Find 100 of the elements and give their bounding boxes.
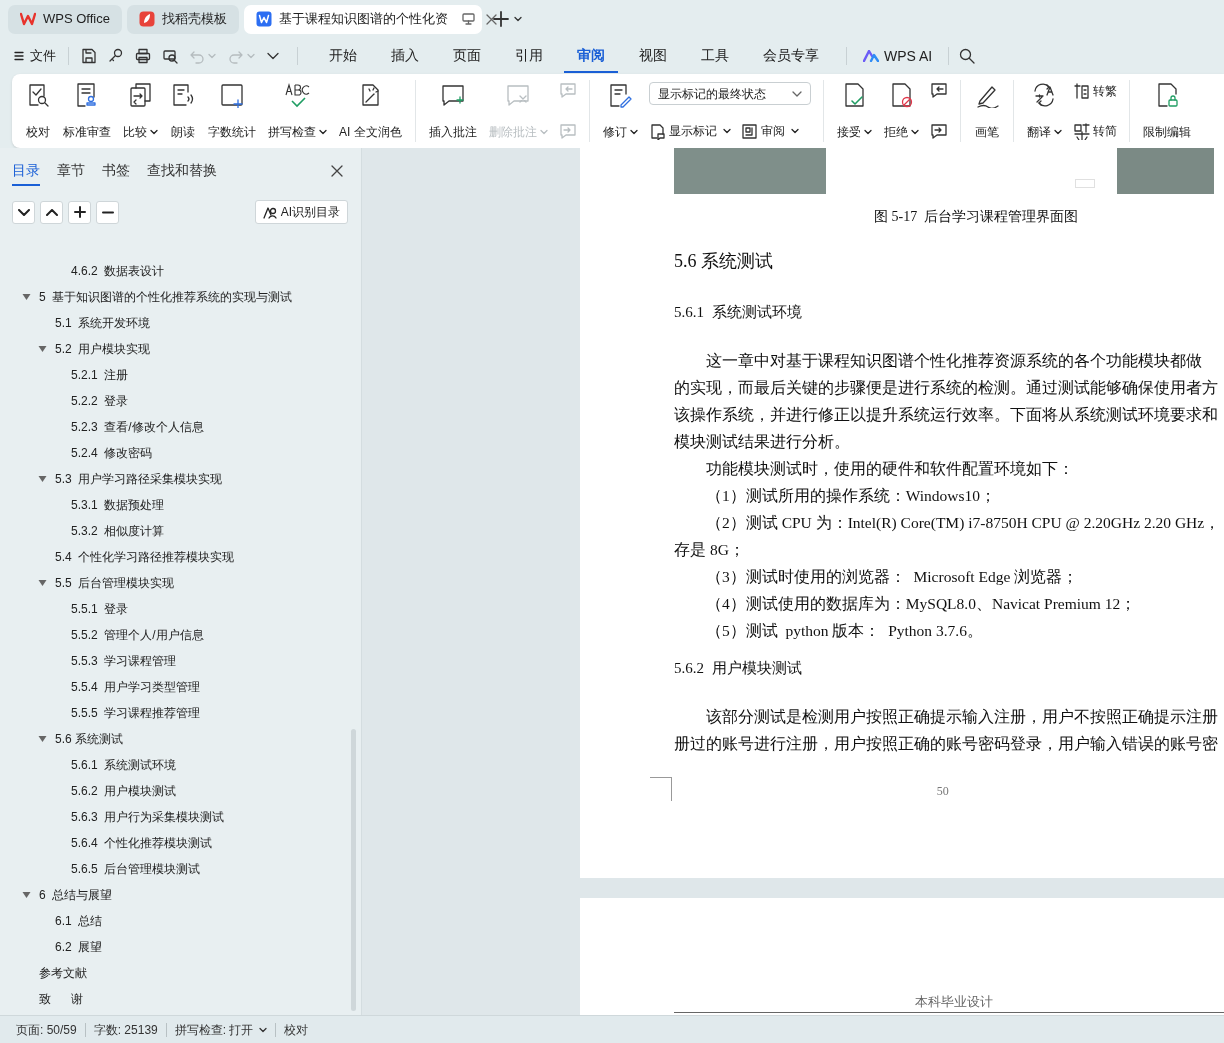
collapse-triangle-icon[interactable] <box>22 293 31 301</box>
ribbon-button[interactable]: 标准审查 <box>58 80 116 142</box>
ribbon-button[interactable]: 拒绝 <box>878 80 924 142</box>
markup-display-dropdown[interactable]: 显示标记的最终状态 <box>648 82 811 105</box>
caret-icon[interactable] <box>513 16 522 22</box>
change-previous-icon[interactable] <box>929 82 948 99</box>
toc-entry[interactable]: 5.3 用户学习路径采集模块实现 <box>55 470 223 488</box>
caret-icon <box>259 1026 268 1033</box>
ribbon-button[interactable]: 显示标记 <box>648 122 731 140</box>
ribbon-button[interactable]: 画笔 <box>968 80 1005 142</box>
collapse-triangle-icon[interactable] <box>38 475 47 483</box>
ribbon-button[interactable]: 翻译 <box>1021 80 1067 142</box>
menu-tab[interactable]: 工具 <box>688 39 742 73</box>
toc-entry[interactable]: 5.5.3 学习课程管理 <box>71 652 177 670</box>
toc-entry[interactable]: 5.5.4 用户学习类型管理 <box>71 678 201 696</box>
sidebar-tab[interactable]: 书签 <box>102 156 130 186</box>
toc-entry[interactable]: 5.6.2 用户模块测试 <box>71 782 177 800</box>
menu-tab[interactable]: 开始 <box>316 39 370 73</box>
comment-plus-icon <box>439 82 466 108</box>
toc-entry[interactable]: 5.6.1 系统测试环境 <box>71 756 177 774</box>
toc-entry[interactable]: 5.3.1 数据预处理 <box>71 496 165 514</box>
plus-icon <box>73 206 86 218</box>
toc-entry[interactable]: 5.6.3 用户行为采集模块测试 <box>71 808 225 826</box>
menu-tab[interactable]: 视图 <box>626 39 680 73</box>
caret-icon <box>629 129 638 135</box>
outline-tool-button[interactable] <box>68 200 91 224</box>
toc-entry[interactable]: 4.6.2 数据表设计 <box>71 262 165 280</box>
toc-entry[interactable]: 致 谢 <box>39 990 83 1008</box>
chevron-down-icon[interactable] <box>267 52 279 60</box>
ribbon-button[interactable]: AI 全文润色 <box>334 80 407 142</box>
status-item[interactable]: 字数: 25139 <box>85 1020 166 1039</box>
status-item[interactable]: 页面: 50/59 <box>8 1020 85 1039</box>
sidebar-tab[interactable]: 章节 <box>57 156 85 186</box>
file-menu[interactable]: 文件 <box>14 46 56 66</box>
menu-tab[interactable]: 会员专享 <box>750 39 832 73</box>
ribbon-button[interactable]: 校对 <box>20 80 56 142</box>
toc-entry[interactable]: 5.6.4 个性化推荐模块测试 <box>71 834 213 852</box>
toc-entry[interactable]: 5.5.5 学习课程推荐管理 <box>71 704 201 722</box>
toc-entry[interactable]: 5.2.3 查看/修改个人信息 <box>71 418 204 436</box>
toc-entry[interactable]: 5.6.5 后台管理模块测试 <box>71 860 201 878</box>
toc-entry[interactable]: 5.3.2 相似度计算 <box>71 522 165 540</box>
toc-entry[interactable]: 6.1 总结 <box>55 912 103 930</box>
plus-icon[interactable] <box>492 11 509 27</box>
outline-tool-button[interactable] <box>96 200 119 224</box>
monitor-icon[interactable] <box>461 13 475 25</box>
ribbon-button[interactable]: 转繁 <box>1072 82 1117 100</box>
toc-entry[interactable]: 5.2.2 登录 <box>71 392 129 410</box>
toc-entry[interactable]: 5.1 系统开发环境 <box>55 314 151 332</box>
toc-entry[interactable]: 参考文献 <box>39 964 87 982</box>
scrollbar[interactable] <box>351 729 356 1011</box>
toc-entry[interactable]: 5.2.4 修改密码 <box>71 444 153 462</box>
toc-entry[interactable]: 5.2 用户模块实现 <box>55 340 151 358</box>
ribbon-button[interactable]: 字数统计 <box>203 80 261 142</box>
outline-tool-button[interactable] <box>40 200 63 224</box>
close-icon[interactable] <box>331 165 343 177</box>
menu-tab[interactable]: 引用 <box>502 39 556 73</box>
toc-entry[interactable]: 5 基于知识图谱的个性化推荐系统的实现与测试 <box>39 288 293 306</box>
search-icon[interactable] <box>959 48 976 64</box>
key-icon[interactable] <box>108 48 124 64</box>
toc-entry[interactable]: 6.2 展望 <box>55 938 103 956</box>
ribbon-button[interactable]: 限制编辑 <box>1137 80 1196 142</box>
wps-ai-button[interactable]: WPS AI <box>857 45 939 67</box>
w-logo-icon <box>20 12 36 26</box>
sidebar-tab[interactable]: 查找和替换 <box>147 156 217 186</box>
close-icon[interactable] <box>485 13 497 25</box>
toc-entry[interactable]: 5.6 系统测试 <box>55 730 123 748</box>
menu-tab[interactable]: 页面 <box>440 39 494 73</box>
figure-caption: 图 5-17 后台学习课程管理界面图 <box>873 208 1080 226</box>
window-tab[interactable]: WPS Office <box>8 4 122 34</box>
status-item[interactable]: 校对 <box>276 1020 317 1039</box>
sidebar-tab[interactable]: 目录 <box>12 156 40 186</box>
outline-tool-button[interactable] <box>12 200 35 224</box>
change-next-icon[interactable] <box>929 123 948 140</box>
ribbon-button[interactable]: 审阅 <box>740 122 799 140</box>
toc-entry[interactable]: 5.5.2 管理个人/用户信息 <box>71 626 204 644</box>
ribbon-button[interactable]: 拼写检查 <box>263 80 332 142</box>
section-heading: 5.6 系统测试 <box>674 250 774 273</box>
collapse-triangle-icon[interactable] <box>38 345 47 353</box>
toc-entry[interactable]: 5.5.1 登录 <box>71 600 129 618</box>
status-item[interactable]: 拼写检查: 打开 <box>166 1020 276 1039</box>
ribbon-button[interactable]: 转简 <box>1072 122 1117 140</box>
print-preview-icon[interactable] <box>162 48 178 64</box>
toc-entry[interactable]: 5.5 后台管理模块实现 <box>55 574 175 592</box>
print-icon[interactable] <box>135 48 151 64</box>
screenshot-placeholder <box>1075 179 1095 188</box>
ribbon-button[interactable]: 朗读 <box>165 80 201 142</box>
toc-entry[interactable]: 6 总结与展望 <box>39 886 113 904</box>
toc-entry[interactable]: 5.2.1 注册 <box>71 366 129 384</box>
ribbon-button[interactable]: 插入批注 <box>423 80 482 142</box>
collapse-triangle-icon[interactable] <box>38 735 47 743</box>
toc-entry[interactable]: 5.4 个性化学习路径推荐模块实现 <box>55 548 235 566</box>
collapse-triangle-icon[interactable] <box>38 579 47 587</box>
window-tab[interactable]: 找稻壳模板 <box>126 4 239 34</box>
save-icon[interactable] <box>81 48 97 64</box>
ribbon-button[interactable]: 接受 <box>831 80 877 142</box>
menu-tab[interactable]: 插入 <box>378 39 432 73</box>
collapse-triangle-icon[interactable] <box>22 891 31 899</box>
ribbon-button[interactable]: 修订 <box>597 80 643 142</box>
ribbon-button[interactable]: 比较 <box>118 80 163 142</box>
ai-toc-button[interactable]: AI识别目录 <box>254 200 348 224</box>
